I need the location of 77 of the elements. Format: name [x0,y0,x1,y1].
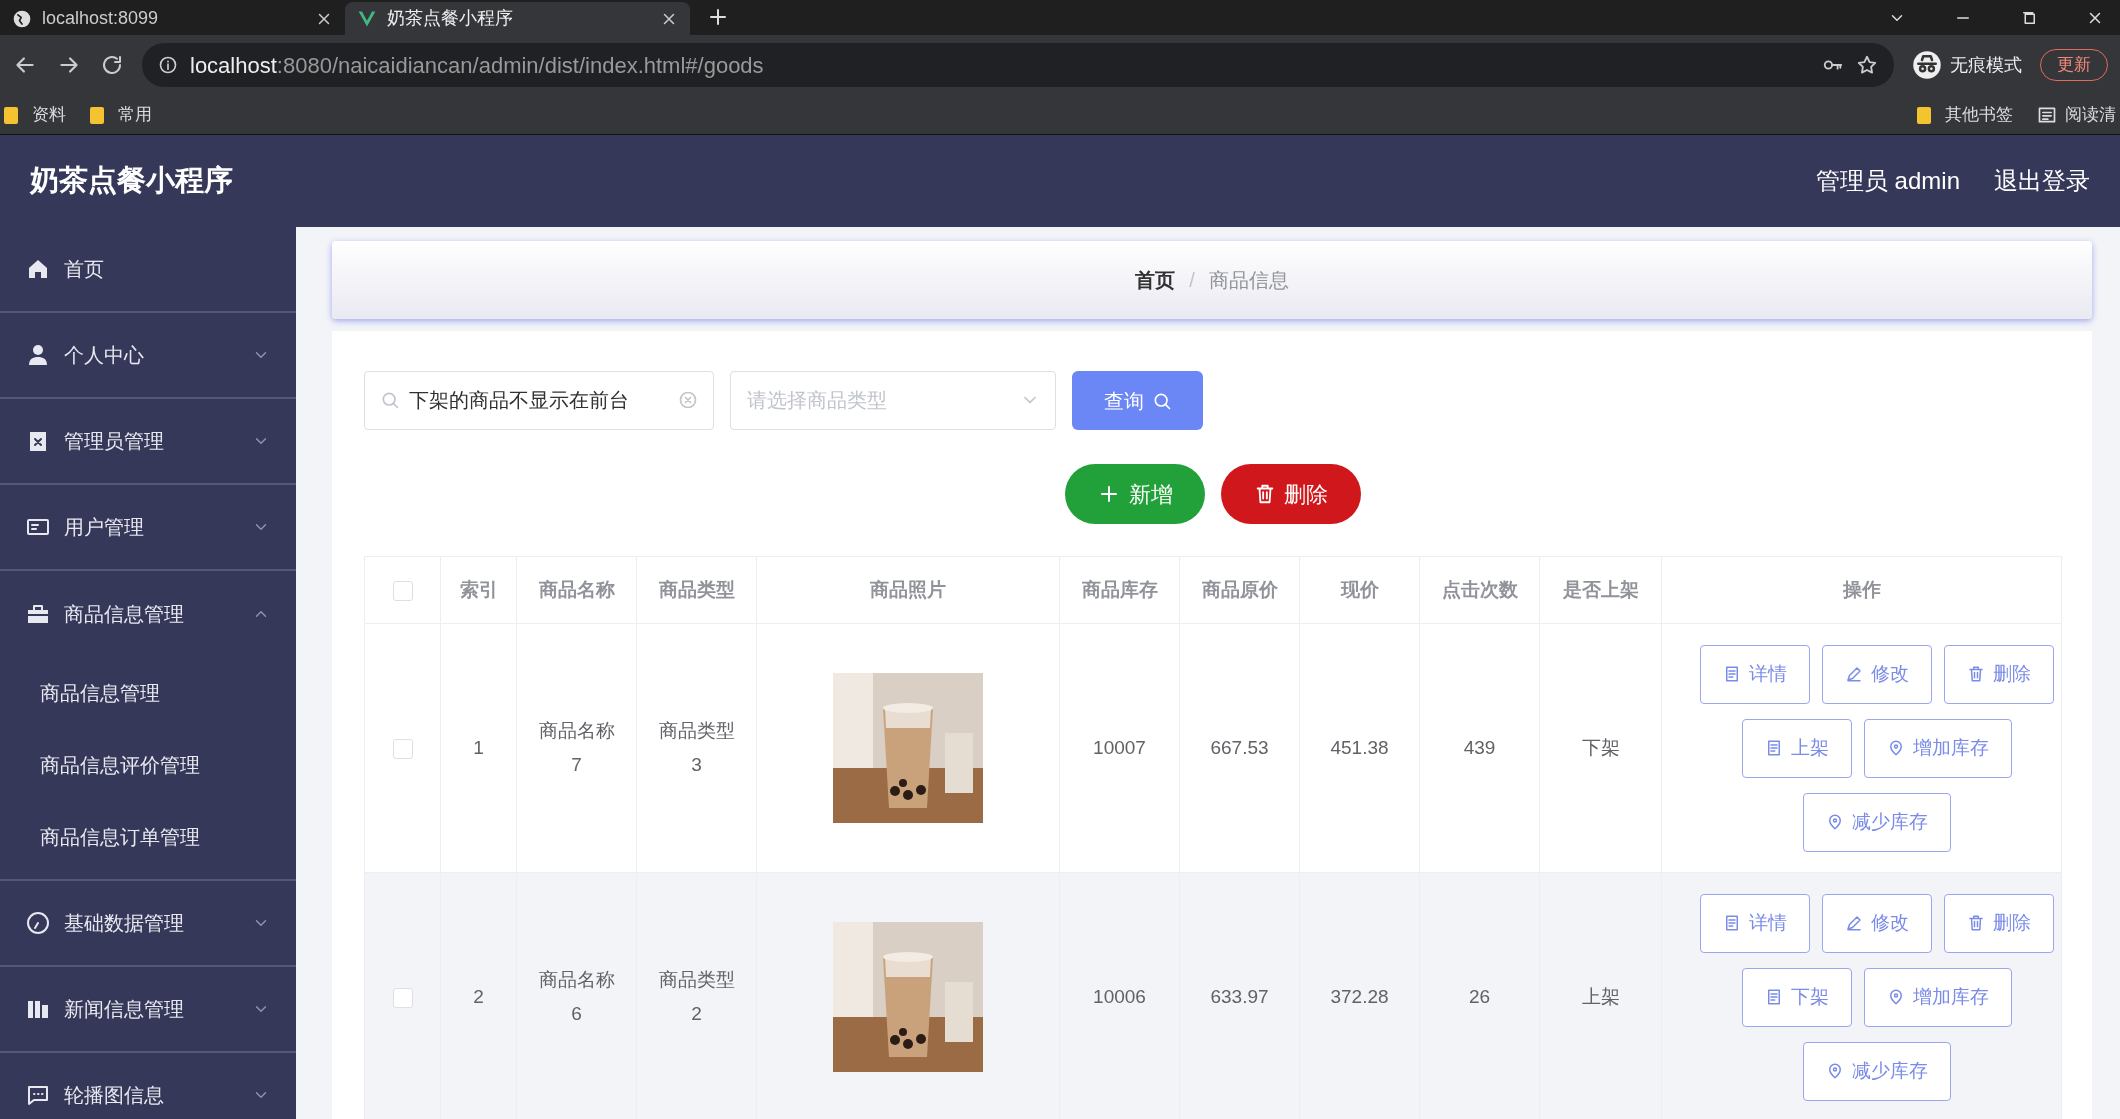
table-cell-text: 商品名称6 [537,968,616,1026]
column-header: 现价 [1340,578,1379,600]
folder-icon [1917,106,1931,124]
sidebar-item[interactable]: 管理员管理 [0,399,296,485]
table-cell-text: 2 [473,985,484,1009]
table-cell: 372.28 [1330,986,1389,1007]
table-cell: 下架 [1581,737,1620,758]
table-cell: 上架 [1581,986,1620,1007]
incognito-icon [1912,50,1942,80]
bookmark[interactable]: 资料 [4,101,66,128]
browser-tab[interactable]: localhost:8099 [0,2,345,35]
column-header: 商品类型 [658,578,735,600]
reading-list[interactable]: 阅读清 [2065,101,2116,128]
column-header: 操作 [1842,578,1881,600]
trash-icon [1966,665,1985,683]
breadcrumb-separator: / [1189,268,1195,293]
header-link[interactable]: 管理员 admin [1815,163,1960,199]
table-cell: 10007 [1093,737,1146,758]
house-icon [26,257,50,281]
profile-label[interactable]: 无痕模式 [1950,51,2022,79]
search-icon [380,390,400,410]
table-cell: 451.38 [1330,737,1389,758]
pencil-icon [1844,665,1863,683]
table-cell-text: 商品类型3 [657,719,736,777]
browser-tab[interactable]: 奶茶点餐小程序 [345,2,690,35]
row-checkbox[interactable] [392,739,413,759]
sidebar-item[interactable]: 基础数据管理 [0,881,296,967]
bookmark[interactable]: 其他书签 [1917,101,2013,128]
sidebar-item[interactable]: 用户管理 [0,485,296,571]
table-cell: 667.53 [1210,737,1269,758]
info-icon [158,55,178,75]
table-cell: 633.97 [1210,986,1269,1007]
column-header: 商品库存 [1081,578,1158,600]
delete-button[interactable]: 删除 [1220,464,1361,524]
star-icon[interactable] [1856,54,1878,76]
url-text: localhost:8080/naicaidiancan/admin/dist/index.html#/goods [190,51,764,80]
restore-icon[interactable] [2020,9,2038,27]
select-all-checkbox[interactable] [392,580,413,601]
column-header: 商品原价 [1201,578,1278,600]
briefcase-icon [26,602,50,626]
table-cell: 26 [1468,986,1491,1007]
column-header: 商品名称 [538,578,615,600]
sidebar-item[interactable]: 新闻信息管理 [0,967,296,1053]
sidebar-item[interactable]: 轮播图信息 [0,1053,296,1119]
column-header: 点击次数 [1441,578,1518,600]
sidebar-subitem[interactable]: 商品信息订单管理 [0,801,296,873]
gauge-icon [26,911,50,935]
table-cell-text: 商品名称7 [537,719,616,777]
address-bar[interactable]: localhost:8080/naicaidiancan/admin/dist/index.html#/goods [142,43,1894,87]
sidebar-item[interactable]: 个人中心 [0,313,296,399]
folder-icon [90,106,104,124]
pencil-icon [1844,914,1863,932]
column-header: 索引 [459,578,498,600]
column-header: 是否上架 [1562,578,1639,600]
globe-icon [12,8,32,29]
reload-icon[interactable] [100,53,124,77]
column-header: 商品照片 [870,578,946,600]
bookmark[interactable]: 常用 [90,101,152,128]
folder-icon [4,106,18,124]
header-link[interactable]: 退出登录 [1994,163,2090,199]
sidebar-subitem[interactable]: 商品信息评价管理 [0,729,296,801]
search-field[interactable]: 下架的商品不显示在前台 [364,371,714,430]
type-select[interactable]: 请选择商品类型 [730,371,1056,430]
person-icon [26,343,50,367]
sidebar-item[interactable]: 首页 [0,227,296,313]
breadcrumb-item: 商品信息 [1208,268,1289,293]
table-cell-text: 商品类型2 [657,968,736,1026]
sidebar-item[interactable]: 商品信息管理 [0,571,296,657]
row-checkbox[interactable] [392,988,413,1008]
table-cell-text: 1 [473,736,484,760]
table-cell: 10006 [1093,986,1146,1007]
app-title: 奶茶点餐小程序 [30,163,233,199]
trash-icon [1966,914,1985,932]
chat-icon [26,1083,50,1107]
breadcrumb-item[interactable]: 首页 [1135,265,1176,295]
table-cell: 439 [1463,737,1496,758]
sidebar-subitem[interactable]: 商品信息管理 [0,657,296,729]
